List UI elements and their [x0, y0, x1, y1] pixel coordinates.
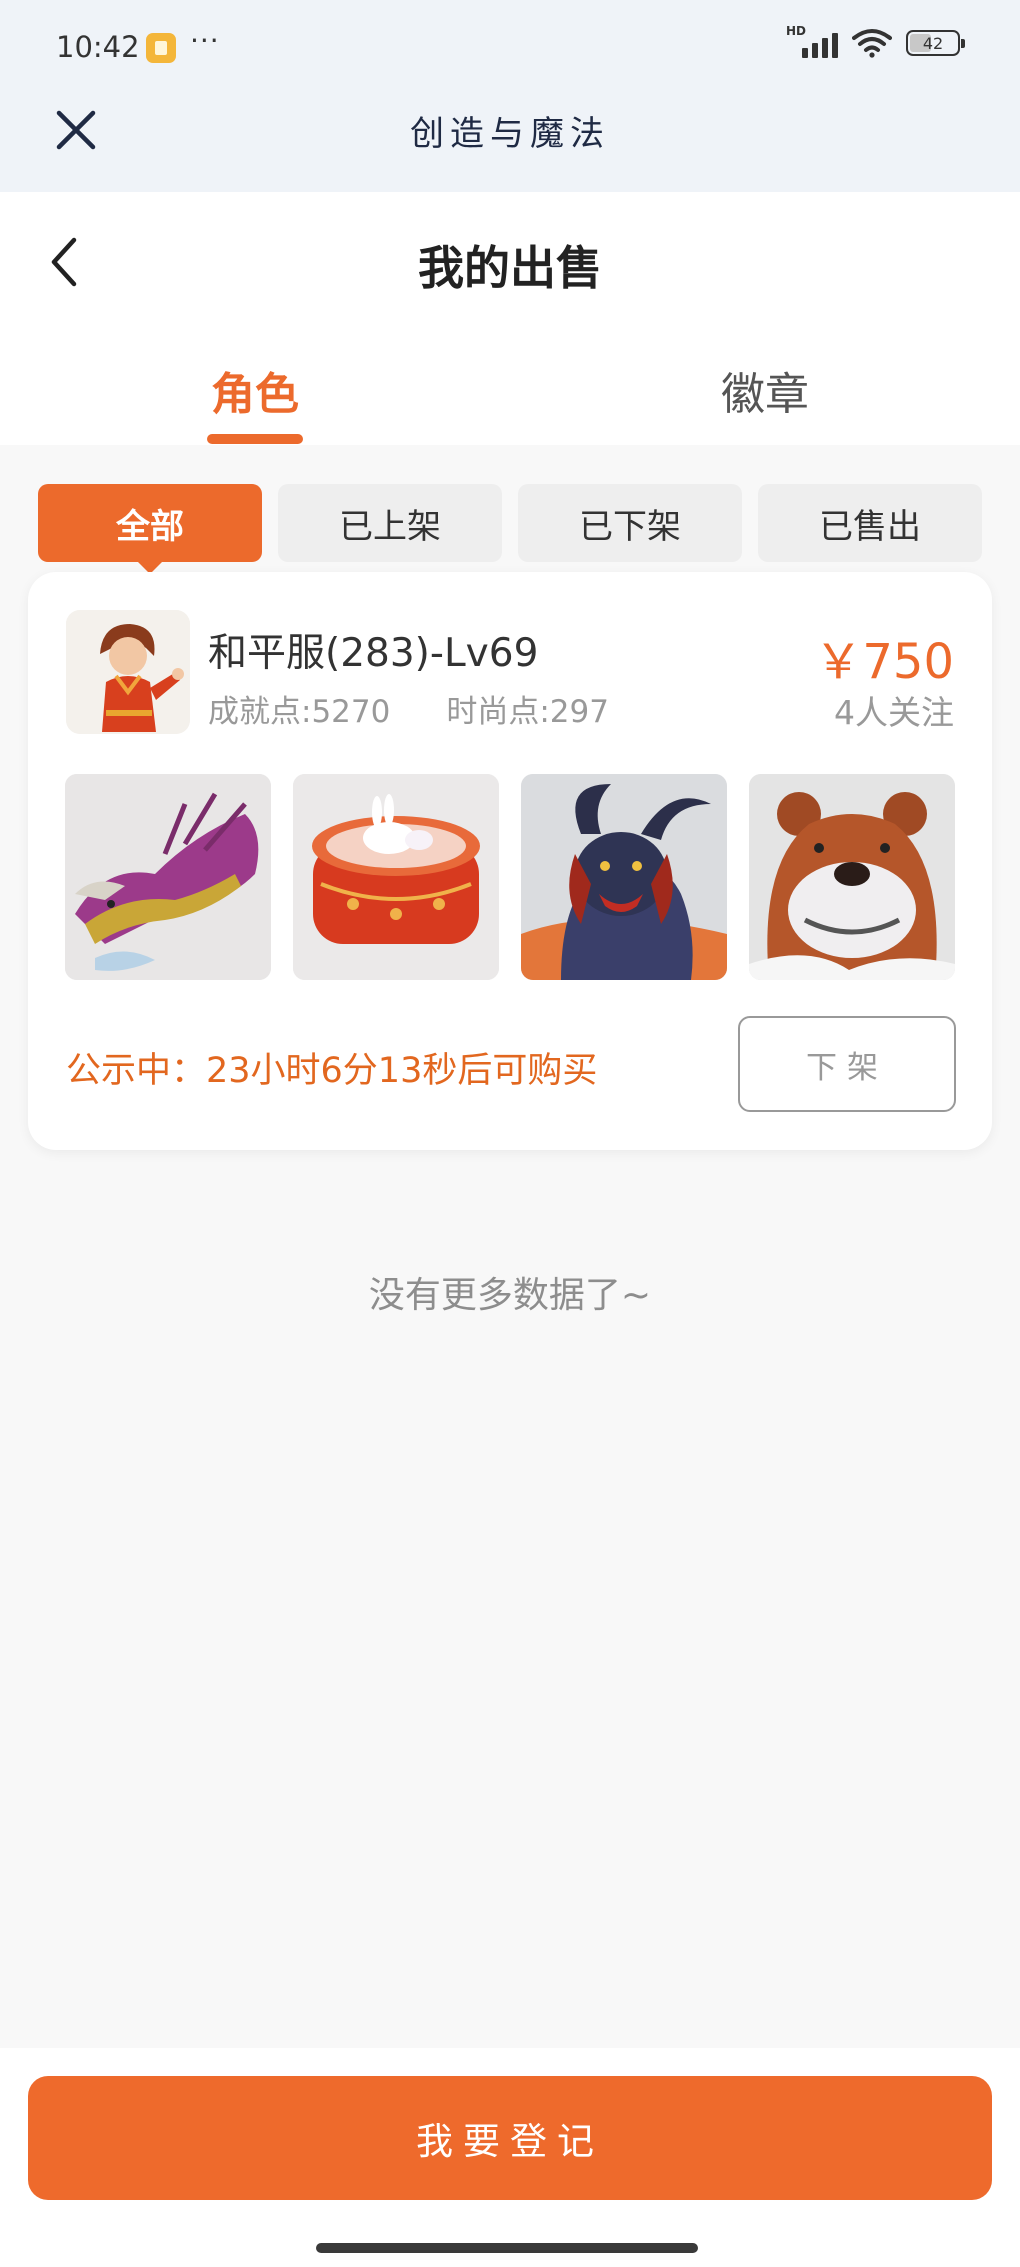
listing-price: ￥750: [814, 634, 954, 690]
battery-level: 42: [922, 33, 944, 53]
wifi-icon: [852, 29, 892, 58]
thumbnail-bunny-drum[interactable]: [293, 774, 499, 980]
status-indicators: HD 42: [786, 24, 965, 58]
status-more-icon: ···: [190, 24, 220, 57]
achievement-points: 成就点:5270: [208, 694, 391, 730]
filter-listed[interactable]: 已上架: [278, 484, 502, 562]
battery-icon: 42: [906, 30, 965, 56]
tab-badges[interactable]: 徽章: [690, 358, 840, 422]
network-type-label: HD: [786, 24, 807, 38]
delist-button[interactable]: 下架: [738, 1016, 956, 1112]
thumbnail-dragon-mount[interactable]: [65, 774, 271, 980]
thumbnail-horned-beast[interactable]: [521, 774, 727, 980]
status-time: 10:42: [56, 30, 140, 64]
listing-card[interactable]: 和平服(283)-Lv69 成就点:5270 时尚点:297 ￥750 4人关注: [28, 572, 992, 1150]
register-button[interactable]: 我要登记: [28, 2076, 992, 2200]
character-name: 和平服(283)-Lv69: [208, 631, 539, 676]
filter-delisted[interactable]: 已下架: [518, 484, 742, 562]
no-more-data-label: 没有更多数据了~: [368, 1275, 652, 1316]
fashion-points: 时尚点:297: [446, 694, 609, 730]
publicity-notice: 公示中：23小时6分13秒后可购买: [66, 1051, 598, 1091]
thumbnail-bear[interactable]: [749, 774, 955, 980]
followers-count: 4人关注: [834, 693, 954, 732]
filter-all[interactable]: 全部: [38, 484, 262, 574]
filter-sold[interactable]: 已售出: [758, 484, 982, 562]
page-title: 我的出售: [418, 241, 602, 295]
signal-icon: HD: [786, 24, 838, 58]
character-stats: 成就点:5270 时尚点:297: [208, 686, 609, 731]
home-indicator[interactable]: [316, 2243, 698, 2253]
tab-roles[interactable]: 角色: [180, 358, 330, 422]
app-title: 创造与魔法: [410, 114, 610, 154]
notes-app-icon: [146, 33, 176, 63]
active-tab-indicator: [207, 434, 303, 444]
character-avatar: [66, 610, 190, 734]
page-header: [0, 192, 1020, 445]
